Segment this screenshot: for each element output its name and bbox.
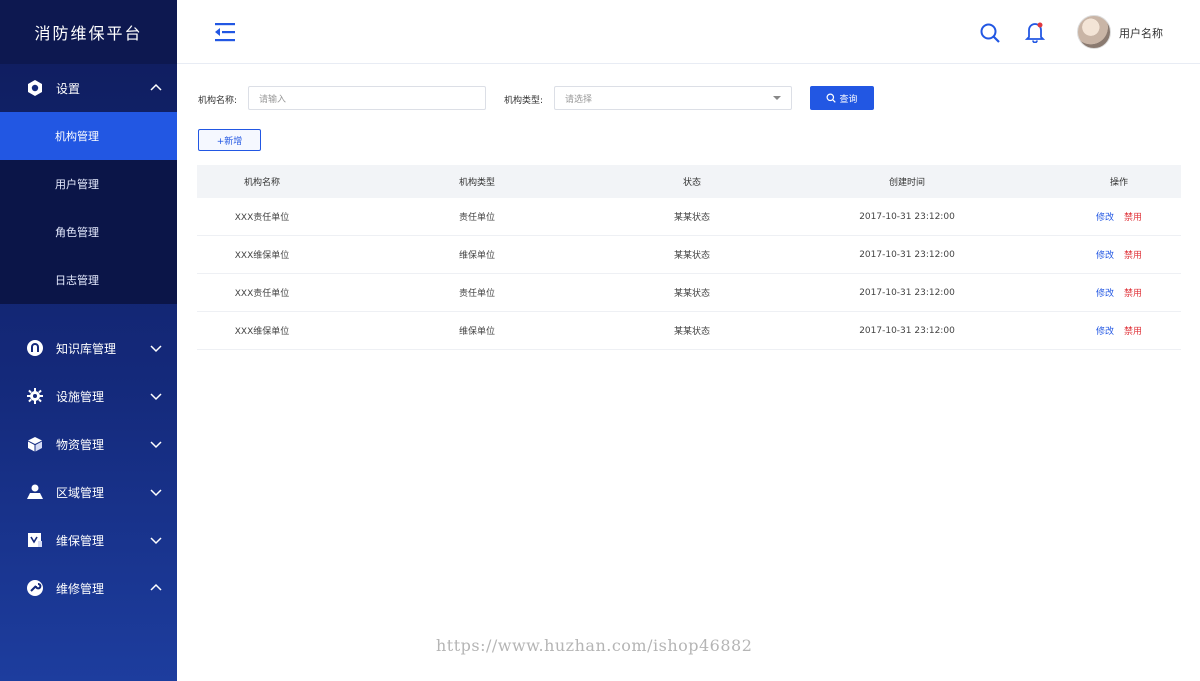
main-content: 机构名称: 请输入 机构类型: 请选择 查询 +新增 机构名称 机构类型 状态 … <box>177 64 1200 681</box>
sidebar-group-label: 维保管理 <box>56 533 105 548</box>
table-row: XXX责任单位 责任单位 某某状态 2017-10-31 23:12:00 修改… <box>197 274 1181 312</box>
cell-type: 责任单位 <box>458 213 495 223</box>
wrench-icon <box>26 579 44 597</box>
sidebar-item-user-management[interactable]: 用户管理 <box>0 160 177 208</box>
edit-link[interactable]: 修改 <box>1096 289 1114 299</box>
cell-created: 2017-10-31 23:12:00 <box>859 325 955 336</box>
sidebar: 消防维保平台 设置 机构管理 用户管理 角色管理 日志管理 知识库管理 设施管理 <box>0 0 177 681</box>
cell-actions: 修改 禁用 <box>1057 210 1181 223</box>
sidebar-group-label: 知识库管理 <box>56 341 117 356</box>
add-button[interactable]: +新增 <box>198 129 261 151</box>
sidebar-group-maintenance[interactable]: 维保管理 <box>0 516 177 564</box>
caret-down-icon <box>773 96 781 100</box>
edit-link[interactable]: 修改 <box>1096 213 1114 223</box>
cell-name: XXX责任单位 <box>234 213 290 223</box>
app-title: 消防维保平台 <box>0 0 177 64</box>
sidebar-group-label: 设置 <box>56 81 81 96</box>
username-label[interactable]: 用户名称 <box>1119 25 1163 41</box>
cube-icon <box>26 435 44 453</box>
gear-hex-icon <box>26 79 44 97</box>
knowledge-icon <box>26 339 44 357</box>
sidebar-item-log-management[interactable]: 日志管理 <box>0 256 177 304</box>
sidebar-group-settings[interactable]: 设置 <box>0 64 177 112</box>
chevron-down-icon <box>149 533 163 547</box>
org-type-select[interactable]: 请选择 <box>554 86 792 110</box>
table-row: XXX维保单位 维保单位 某某状态 2017-10-31 23:12:00 修改… <box>197 312 1181 350</box>
disable-link[interactable]: 禁用 <box>1124 289 1142 299</box>
sidebar-item-role-management[interactable]: 角色管理 <box>0 208 177 256</box>
cell-created: 2017-10-31 23:12:00 <box>859 249 955 260</box>
maintenance-doc-icon <box>26 531 44 549</box>
search-icon <box>826 93 837 103</box>
notification-bell-icon[interactable] <box>1024 21 1046 44</box>
sidebar-group-label: 区域管理 <box>56 485 105 500</box>
map-user-icon <box>26 483 44 501</box>
sidebar-group-repair[interactable]: 维修管理 <box>0 564 177 612</box>
org-type-label: 机构类型: <box>504 96 544 106</box>
search-icon[interactable] <box>979 22 1001 44</box>
chevron-down-icon <box>149 437 163 451</box>
sidebar-group-knowledge[interactable]: 知识库管理 <box>0 324 177 372</box>
chevron-up-icon <box>149 581 163 595</box>
table-row: XXX维保单位 维保单位 某某状态 2017-10-31 23:12:00 修改… <box>197 236 1181 274</box>
cell-status: 某某状态 <box>673 289 710 299</box>
cell-type: 维保单位 <box>458 251 495 261</box>
cell-type: 责任单位 <box>458 289 495 299</box>
disable-link[interactable]: 禁用 <box>1124 213 1142 223</box>
sidebar-group-label: 物资管理 <box>56 437 105 452</box>
cell-actions: 修改 禁用 <box>1057 248 1181 261</box>
sidebar-item-org-management[interactable]: 机构管理 <box>0 112 177 160</box>
menu-collapse-icon[interactable] <box>213 22 237 42</box>
cell-name: XXX责任单位 <box>234 289 290 299</box>
edit-link[interactable]: 修改 <box>1096 251 1114 261</box>
cell-actions: 修改 禁用 <box>1057 286 1181 299</box>
disable-link[interactable]: 禁用 <box>1124 327 1142 337</box>
cell-created: 2017-10-31 23:12:00 <box>859 211 955 222</box>
chevron-up-icon <box>149 81 163 95</box>
cell-actions: 修改 禁用 <box>1057 324 1181 337</box>
cell-created: 2017-10-31 23:12:00 <box>859 287 955 298</box>
org-name-input[interactable]: 请输入 <box>248 86 486 110</box>
org-type-placeholder: 请选择 <box>565 94 593 105</box>
chevron-down-icon <box>149 389 163 403</box>
sidebar-group-label: 设施管理 <box>56 389 105 404</box>
sidebar-group-supplies[interactable]: 物资管理 <box>0 420 177 468</box>
cell-status: 某某状态 <box>673 327 710 337</box>
disable-link[interactable]: 禁用 <box>1124 251 1142 261</box>
column-header: 机构名称 <box>243 178 280 188</box>
cell-name: XXX维保单位 <box>234 327 290 337</box>
column-header: 操作 <box>1109 178 1128 188</box>
org-table: 机构名称 机构类型 状态 创建时间 操作 XXX责任单位 责任单位 某某状态 2… <box>197 165 1181 350</box>
table-header: 机构名称 机构类型 状态 创建时间 操作 <box>197 165 1181 198</box>
sidebar-group-areas[interactable]: 区域管理 <box>0 468 177 516</box>
cell-type: 维保单位 <box>458 327 495 337</box>
column-header: 状态 <box>682 178 701 188</box>
sidebar-group-label: 维修管理 <box>56 581 105 596</box>
chevron-down-icon <box>149 485 163 499</box>
table-row: XXX责任单位 责任单位 某某状态 2017-10-31 23:12:00 修改… <box>197 198 1181 236</box>
cell-status: 某某状态 <box>673 213 710 223</box>
cog-icon <box>26 387 44 405</box>
cell-name: XXX维保单位 <box>234 251 290 261</box>
edit-link[interactable]: 修改 <box>1096 327 1114 337</box>
chevron-down-icon <box>149 341 163 355</box>
column-header: 机构类型 <box>458 178 495 188</box>
query-button[interactable]: 查询 <box>810 86 874 110</box>
avatar[interactable] <box>1077 15 1111 49</box>
cell-status: 某某状态 <box>673 251 710 261</box>
sidebar-group-facilities[interactable]: 设施管理 <box>0 372 177 420</box>
org-name-label: 机构名称: <box>198 96 238 106</box>
watermark-text: https://www.huzhan.com/ishop46882 <box>436 636 753 655</box>
settings-submenu: 机构管理 用户管理 角色管理 日志管理 <box>0 112 177 304</box>
column-header: 创建时间 <box>888 178 925 188</box>
query-button-label: 查询 <box>839 94 858 105</box>
org-name-placeholder: 请输入 <box>259 94 287 105</box>
top-header: 用户名称 <box>177 0 1200 64</box>
